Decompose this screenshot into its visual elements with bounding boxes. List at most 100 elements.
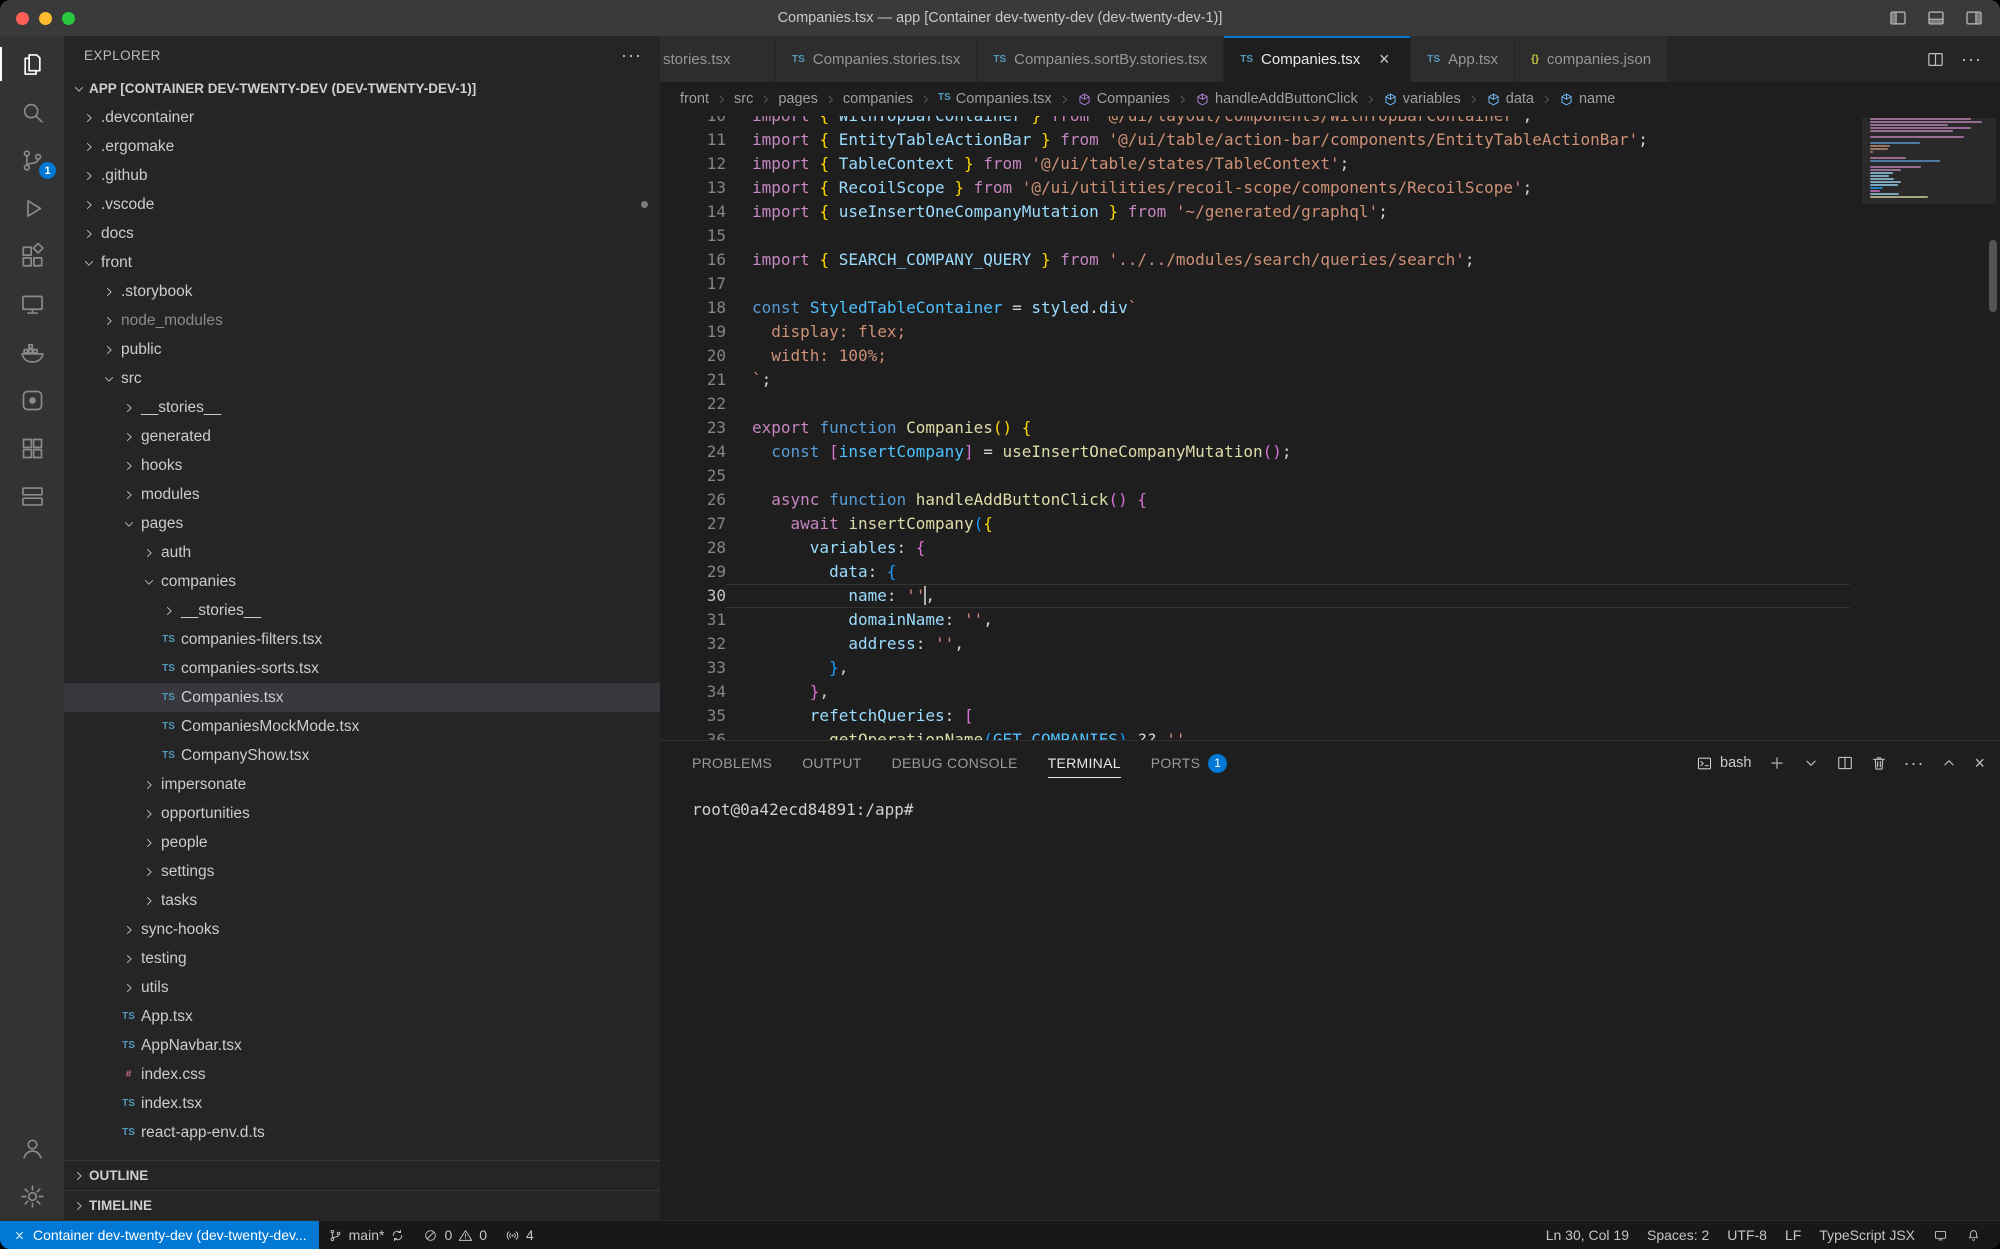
accounts-button[interactable]: [0, 1124, 64, 1172]
code-line-content[interactable]: import { EntityTableActionBar } from '@/…: [726, 128, 1850, 152]
tree-item-Companies.tsx[interactable]: TSCompanies.tsx: [64, 683, 660, 712]
code-line-content[interactable]: display: flex;: [726, 320, 1850, 344]
code-line-content[interactable]: await insertCompany({: [726, 512, 1850, 536]
line-number[interactable]: 31: [660, 608, 726, 632]
zoom-window-button[interactable]: [62, 12, 75, 25]
tree-item-sync-hooks[interactable]: sync-hooks: [64, 915, 660, 944]
tree-item-pages[interactable]: pages: [64, 509, 660, 538]
line-number[interactable]: 32: [660, 632, 726, 656]
terminal-prompt[interactable]: root@0a42ecd84891:/app#: [692, 799, 2000, 821]
tree-item-react-app-env.d.ts[interactable]: TSreact-app-env.d.ts: [64, 1118, 660, 1147]
branch-indicator[interactable]: main*: [319, 1221, 415, 1249]
panel-tab-terminal[interactable]: TERMINAL: [1048, 741, 1121, 785]
tree-item-.devcontainer[interactable]: .devcontainer: [64, 103, 660, 132]
breadcrumb-name[interactable]: name: [1559, 91, 1615, 107]
line-number[interactable]: 27: [660, 512, 726, 536]
tree-item-index.tsx[interactable]: TSindex.tsx: [64, 1089, 660, 1118]
breadcrumb-Companies.tsx[interactable]: TSCompanies.tsx: [938, 91, 1052, 107]
code-line-content[interactable]: },: [726, 656, 1850, 680]
timeline-section-header[interactable]: TIMELINE: [64, 1190, 660, 1220]
code-line-content[interactable]: variables: {: [726, 536, 1850, 560]
toggle-panel-icon[interactable]: [1926, 8, 1946, 28]
code-line-content[interactable]: domainName: '',: [726, 608, 1850, 632]
minimap[interactable]: [1866, 118, 1984, 740]
terminal-shell-selector[interactable]: bash: [1696, 755, 1751, 772]
editor-more-actions-icon[interactable]: ···: [1961, 49, 1982, 70]
indentation-indicator[interactable]: Spaces: 2: [1638, 1221, 1718, 1249]
tree-item-AppNavbar.tsx[interactable]: TSAppNavbar.tsx: [64, 1031, 660, 1060]
status-misc-indicator[interactable]: [1924, 1221, 1957, 1249]
code-line-content[interactable]: import { SEARCH_COMPANY_QUERY } from '..…: [726, 248, 1850, 272]
activity-extension-b-button[interactable]: [0, 424, 64, 472]
line-number[interactable]: 12: [660, 152, 726, 176]
breadcrumb-src[interactable]: src: [734, 91, 753, 107]
code-line-content[interactable]: import { RecoilScope } from '@/ui/utilit…: [726, 176, 1850, 200]
tree-item-impersonate[interactable]: impersonate: [64, 770, 660, 799]
minimize-window-button[interactable]: [39, 12, 52, 25]
cursor-position[interactable]: Ln 30, Col 19: [1537, 1221, 1638, 1249]
code-line-content[interactable]: [726, 272, 1850, 296]
eol-indicator[interactable]: LF: [1776, 1221, 1810, 1249]
line-number[interactable]: 16: [660, 248, 726, 272]
activity-explorer-button[interactable]: [0, 40, 64, 88]
line-number[interactable]: 29: [660, 560, 726, 584]
breadcrumb-handleAddButtonClick[interactable]: handleAddButtonClick: [1195, 91, 1358, 107]
terminal-profiles-dropdown-icon[interactable]: [1802, 754, 1820, 772]
remote-indicator[interactable]: Container dev-twenty-dev (dev-twenty-dev…: [0, 1221, 319, 1249]
tree-item-companies-sorts.tsx[interactable]: TScompanies-sorts.tsx: [64, 654, 660, 683]
tree-item-companies[interactable]: companies: [64, 567, 660, 596]
breadcrumb-companies[interactable]: companies: [843, 91, 913, 107]
line-number[interactable]: 26: [660, 488, 726, 512]
explorer-section-header[interactable]: APP [CONTAINER DEV-TWENTY-DEV (DEV-TWENT…: [64, 74, 660, 103]
code-line-content[interactable]: refetchQueries: [: [726, 704, 1850, 728]
tree-item-__stories__[interactable]: __stories__: [64, 596, 660, 625]
activity-extension-c-button[interactable]: [0, 472, 64, 520]
tree-item-src[interactable]: src: [64, 364, 660, 393]
line-number[interactable]: 25: [660, 464, 726, 488]
tree-item-.storybook[interactable]: .storybook: [64, 277, 660, 306]
code-line-content[interactable]: [726, 464, 1850, 488]
new-terminal-button[interactable]: [1768, 754, 1786, 772]
activity-source-control-button[interactable]: 1: [0, 136, 64, 184]
line-number[interactable]: 18: [660, 296, 726, 320]
code-line-content[interactable]: },: [726, 680, 1850, 704]
tree-item-node_modules[interactable]: node_modules: [64, 306, 660, 335]
code-line-content[interactable]: data: {: [726, 560, 1850, 584]
close-tab-icon[interactable]: ×: [1374, 49, 1394, 69]
line-number[interactable]: 34: [660, 680, 726, 704]
tree-item-modules[interactable]: modules: [64, 480, 660, 509]
tab-companies.json[interactable]: {}companies.json: [1515, 36, 1668, 82]
code-line-content[interactable]: export function Companies() {: [726, 416, 1850, 440]
line-number[interactable]: 15: [660, 224, 726, 248]
code-line-content[interactable]: import { useInsertOneCompanyMutation } f…: [726, 200, 1850, 224]
line-number[interactable]: 11: [660, 128, 726, 152]
breadcrumb-variables[interactable]: variables: [1383, 91, 1461, 107]
line-number[interactable]: 36: [660, 728, 726, 740]
breadcrumb-pages[interactable]: pages: [778, 91, 818, 107]
language-mode[interactable]: TypeScript JSX: [1810, 1221, 1924, 1249]
line-number[interactable]: 14: [660, 200, 726, 224]
tree-item-.github[interactable]: .github: [64, 161, 660, 190]
tab-Companies.sortBy.stories.tsx[interactable]: TSCompanies.sortBy.stories.tsx: [977, 36, 1224, 82]
tree-item-front[interactable]: front: [64, 248, 660, 277]
panel-tab-ports[interactable]: PORTS1: [1151, 741, 1227, 785]
line-number[interactable]: 20: [660, 344, 726, 368]
tab-Companies.stories.tsx[interactable]: TSCompanies.stories.tsx: [776, 36, 977, 82]
code-editor[interactable]: 10import { WithTopBarContainer } from '@…: [660, 116, 2000, 740]
tree-item-docs[interactable]: docs: [64, 219, 660, 248]
activity-docker-button[interactable]: [0, 328, 64, 376]
outline-section-header[interactable]: OUTLINE: [64, 1160, 660, 1190]
tree-item-CompaniesMockMode.tsx[interactable]: TSCompaniesMockMode.tsx: [64, 712, 660, 741]
code-line-content[interactable]: const [insertCompany] = useInsertOneComp…: [726, 440, 1850, 464]
tree-item-auth[interactable]: auth: [64, 538, 660, 567]
line-number[interactable]: 33: [660, 656, 726, 680]
breadcrumb-front[interactable]: front: [680, 91, 709, 107]
toggle-secondary-sidebar-icon[interactable]: [1964, 8, 1984, 28]
tree-item-utils[interactable]: utils: [64, 973, 660, 1002]
tree-item-companies-filters.tsx[interactable]: TScompanies-filters.tsx: [64, 625, 660, 654]
code-line-content[interactable]: [726, 224, 1850, 248]
line-number[interactable]: 19: [660, 320, 726, 344]
code-line-content[interactable]: [726, 392, 1850, 416]
tree-item-.ergomake[interactable]: .ergomake: [64, 132, 660, 161]
tab-App.tsx[interactable]: TSApp.tsx: [1411, 36, 1515, 82]
